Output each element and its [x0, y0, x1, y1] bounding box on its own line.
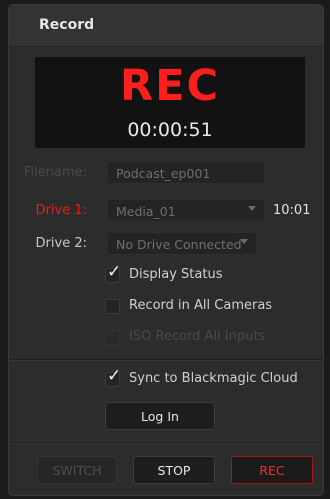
- panel-header: Record: [9, 5, 323, 47]
- stop-button[interactable]: STOP: [133, 456, 215, 484]
- filename-value: Podcast_ep001: [116, 166, 211, 181]
- record-all-cameras-label: Record in All Cameras: [129, 298, 273, 313]
- record-all-cameras-checkbox[interactable]: [105, 299, 120, 314]
- iso-record-checkbox: [105, 330, 120, 345]
- cloud-sync-checkbox[interactable]: ✓: [105, 368, 121, 387]
- filename-label: Filename:: [23, 165, 87, 180]
- drive2-select[interactable]: No Drive Connected: [107, 232, 257, 255]
- iso-record-label: ISO Record All Inputs: [129, 329, 266, 344]
- drive2-label: Drive 2:: [35, 236, 87, 251]
- drive2-value: No Drive Connected: [116, 237, 242, 252]
- checkmark-icon: ✓: [107, 366, 122, 386]
- chevron-down-icon: [248, 206, 256, 211]
- drive1-select[interactable]: Media_01: [107, 199, 265, 222]
- footer-divider: [9, 442, 323, 444]
- rec-button[interactable]: REC: [231, 456, 313, 484]
- login-button[interactable]: Log In: [105, 402, 215, 430]
- display-status-label: Display Status: [129, 267, 223, 282]
- cloud-sync-label: Sync to Blackmagic Cloud: [129, 371, 298, 386]
- rec-status-indicator: REC: [119, 61, 221, 111]
- drive1-remaining-time: 10:01: [273, 203, 311, 218]
- drive1-label: Drive 1:: [35, 203, 87, 218]
- display-status-checkbox[interactable]: ✓: [105, 264, 121, 283]
- checkmark-icon: ✓: [107, 262, 122, 282]
- switch-button: SWITCH: [37, 456, 117, 484]
- chevron-down-icon: [240, 239, 248, 244]
- panel-title: Record: [39, 17, 95, 33]
- drive1-value: Media_01: [116, 204, 176, 219]
- filename-input[interactable]: Podcast_ep001: [107, 161, 265, 184]
- record-panel: Record REC 00:00:51 Filename: Podcast_ep…: [8, 4, 324, 496]
- section-divider: [9, 359, 323, 361]
- record-status-monitor: REC 00:00:51: [35, 57, 305, 148]
- record-timecode: 00:00:51: [127, 119, 213, 141]
